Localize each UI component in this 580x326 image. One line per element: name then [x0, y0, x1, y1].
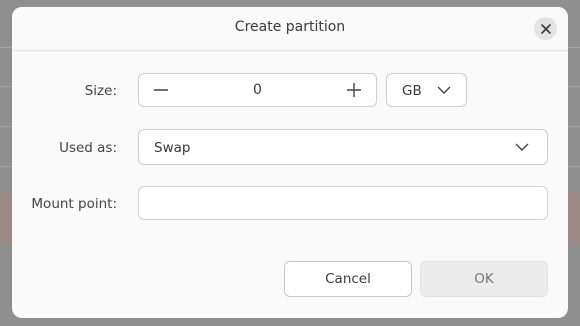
ok-button[interactable]: OK [420, 261, 548, 297]
create-partition-dialog: Create partition Size: 0 GB Used as: Swa… [12, 7, 568, 318]
chevron-down-icon [437, 86, 451, 94]
size-stepper[interactable]: 0 [138, 73, 377, 107]
dialog-header: Create partition [12, 7, 568, 51]
size-unit-dropdown[interactable]: GB [386, 73, 467, 107]
size-unit-value: GB [402, 83, 422, 99]
chevron-down-icon [515, 143, 529, 151]
size-value[interactable]: 0 [179, 82, 336, 98]
mount-point-input[interactable] [138, 186, 548, 220]
decrement-button[interactable] [143, 74, 179, 106]
mount-point-label: Mount point: [31, 196, 117, 212]
cancel-button[interactable]: Cancel [284, 261, 412, 297]
close-button[interactable] [534, 17, 557, 40]
used-as-dropdown[interactable]: Swap [138, 129, 548, 165]
increment-button[interactable] [336, 74, 372, 106]
close-icon [540, 23, 551, 34]
size-label: Size: [84, 83, 117, 99]
plus-icon [347, 83, 361, 97]
dialog-title: Create partition [234, 19, 346, 35]
used-as-value: Swap [154, 140, 191, 156]
minus-icon [154, 89, 168, 91]
used-as-label: Used as: [59, 140, 117, 156]
